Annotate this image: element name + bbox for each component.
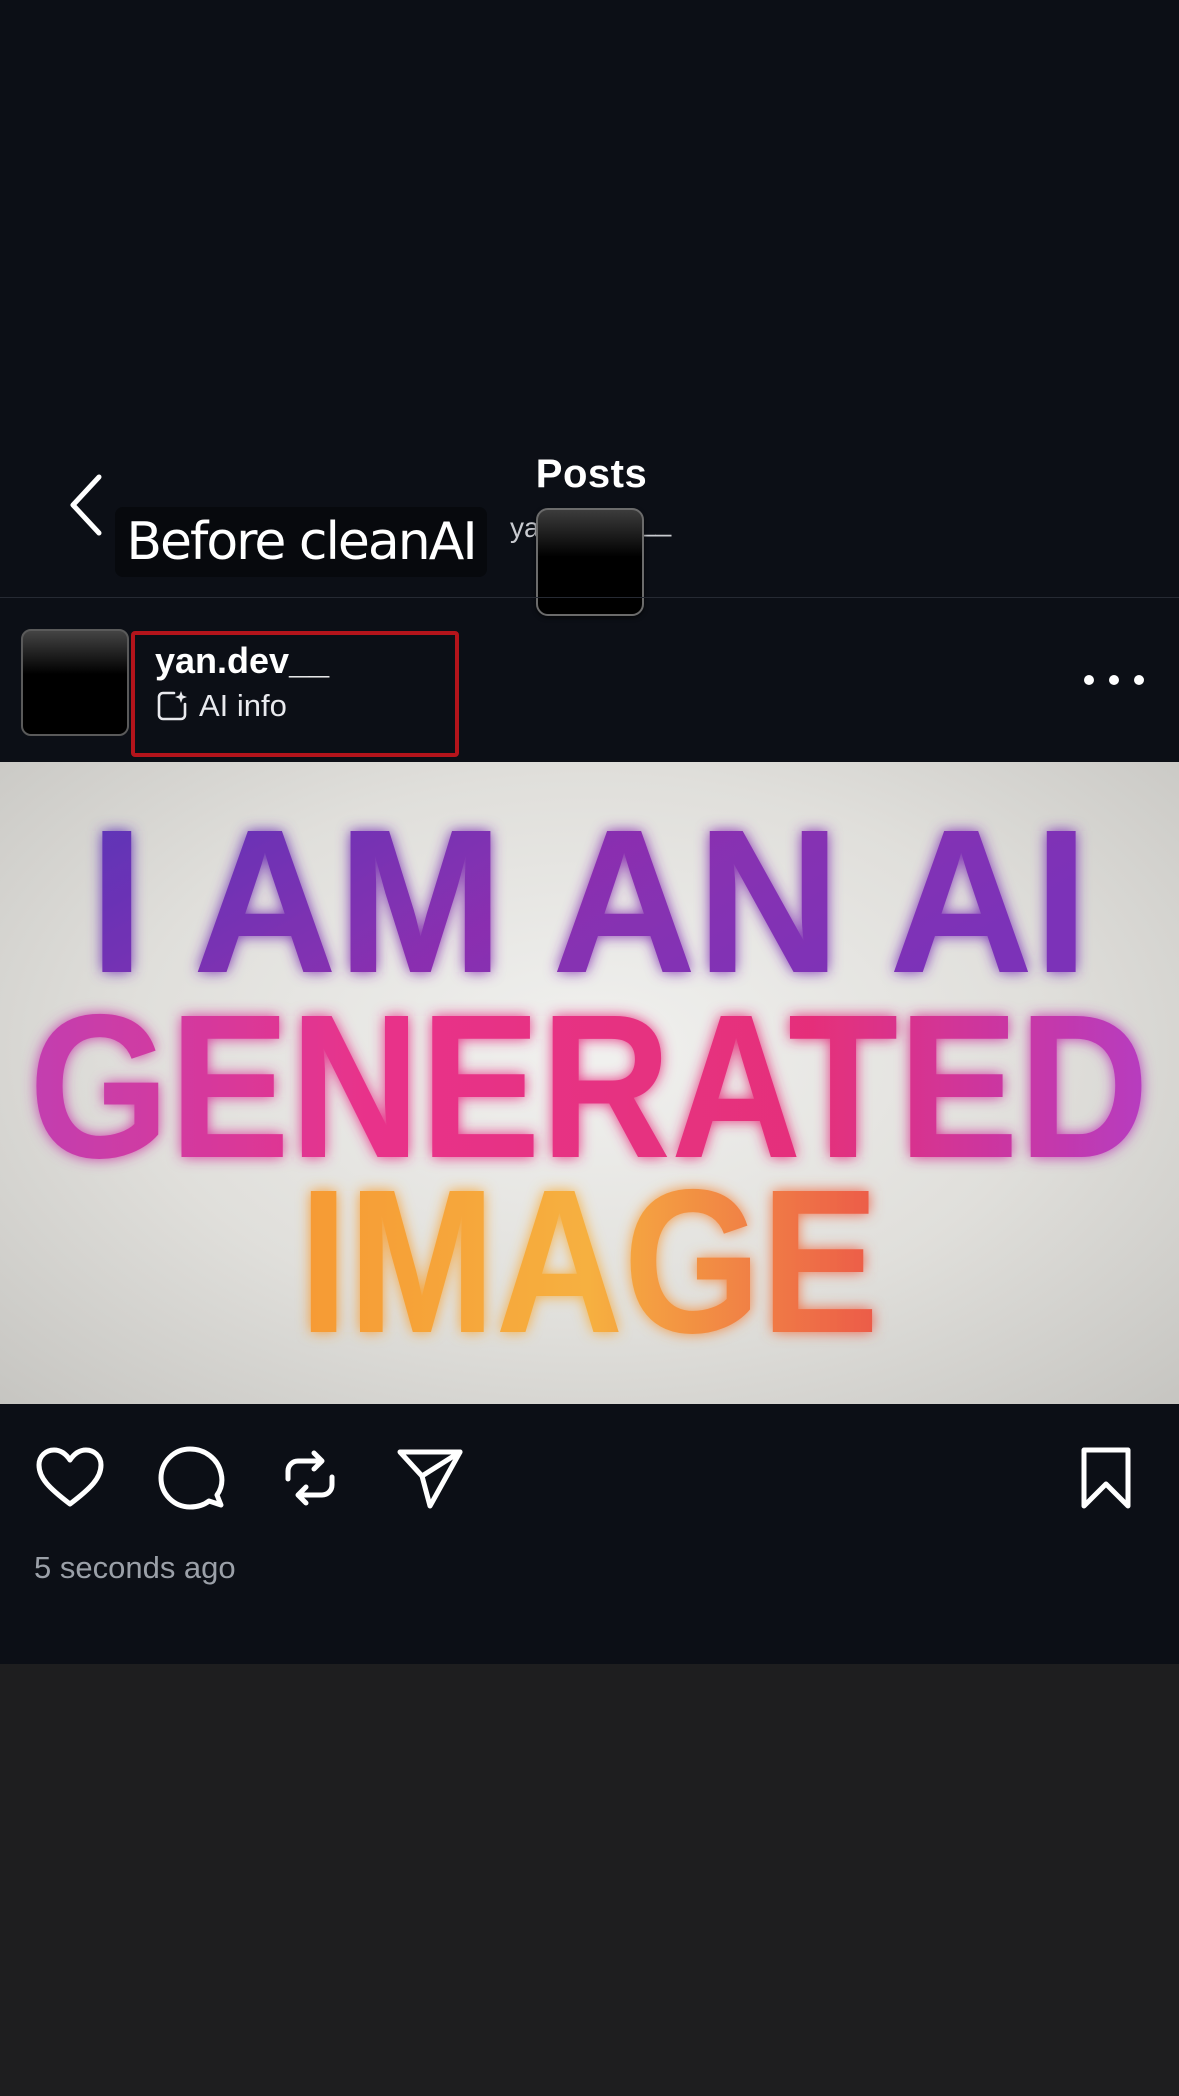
avatar[interactable] <box>21 629 129 736</box>
page-title: Posts <box>535 452 648 496</box>
image-text-line-3: IMAGE <box>299 1147 879 1376</box>
share-button[interactable] <box>392 1440 468 1516</box>
send-icon <box>397 1449 463 1509</box>
repost-icon <box>285 1450 335 1506</box>
header-divider <box>0 597 1179 598</box>
app-screen: Posts ya __ Before cleanAI yan.dev__ AI … <box>0 0 1179 1664</box>
post-timestamp: 5 seconds ago <box>34 1550 236 1585</box>
bottom-blank-area <box>0 1664 1179 2096</box>
more-options-button[interactable] <box>1084 662 1144 698</box>
redaction-box <box>536 508 644 616</box>
like-button[interactable] <box>32 1440 108 1516</box>
highlight-outline <box>131 631 459 757</box>
post-image[interactable]: I AM AN AI GENERATED IMAGE <box>0 762 1179 1404</box>
more-horizontal-icon <box>1084 675 1094 685</box>
heart-icon <box>36 1447 104 1507</box>
repost-button[interactable] <box>272 1440 348 1516</box>
comment-icon <box>158 1446 225 1510</box>
header-username-suffix: __ <box>640 506 672 537</box>
story-text-overlay: Before cleanAI <box>115 507 487 577</box>
comment-button[interactable] <box>153 1440 229 1516</box>
save-button[interactable] <box>1068 1440 1144 1516</box>
bookmark-icon <box>1081 1447 1131 1509</box>
